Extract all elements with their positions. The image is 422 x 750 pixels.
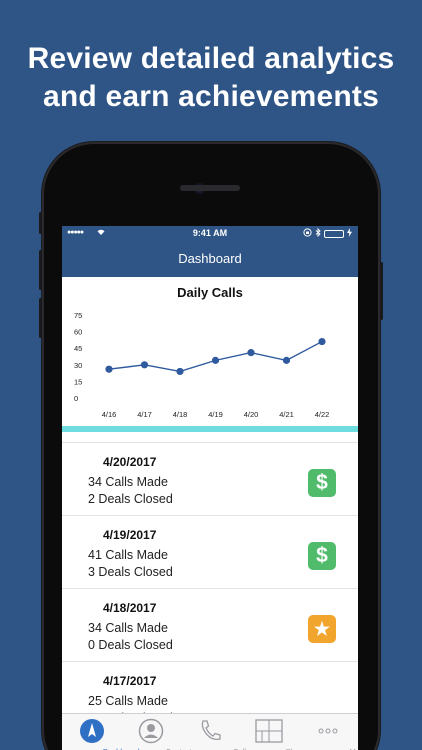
x-tick-label: 4/20 — [244, 410, 259, 419]
data-point — [318, 337, 326, 346]
y-tick-label: 0 — [74, 394, 78, 403]
charging-icon — [347, 228, 352, 239]
data-point — [176, 367, 184, 376]
activity-list: 4/20/2017 34 Calls Made 2 Deals Closed $4/1… — [62, 443, 358, 735]
tab-call[interactable]: Call — [180, 714, 246, 750]
data-point — [105, 365, 113, 373]
power-button — [380, 262, 383, 320]
page-title: Dashboard — [178, 251, 242, 266]
x-tick-label: 4/21 — [279, 410, 294, 419]
tab-contacts[interactable]: Contacts — [121, 714, 195, 750]
earpiece-speaker — [180, 185, 240, 191]
star-icon: ★ — [308, 615, 336, 643]
dollar-icon: $ — [308, 542, 336, 570]
data-point — [211, 356, 220, 364]
phone-icon — [197, 718, 223, 749]
entry-date: 4/18/2017 — [103, 601, 157, 615]
x-tick-label: 4/19 — [208, 410, 223, 419]
mute-switch — [39, 212, 42, 234]
tab-bar: DashboardContactsCallPlannerMore — [62, 713, 358, 750]
more-icon — [315, 718, 341, 749]
status-bar: ●●●●● 9:41 AM — [62, 226, 358, 241]
list-item[interactable]: 4/18/2017 34 Calls Made 0 Deals Closed ★ — [62, 589, 358, 662]
list-item[interactable]: 4/20/2017 34 Calls Made 2 Deals Closed $ — [62, 443, 358, 516]
contacts-icon — [138, 718, 164, 749]
y-tick-label: 60 — [74, 328, 82, 337]
daily-calls-chart: Daily Calls 75 60 45 30 15 0 4/16 4/17 4/18 4/19 4… — [62, 277, 358, 426]
tab-planner[interactable]: Planner — [240, 714, 312, 750]
list-item[interactable]: 4/19/2017 41 Calls Made 3 Deals Closed $ — [62, 516, 358, 589]
data-point — [140, 361, 149, 369]
y-tick-label: 30 — [74, 361, 82, 370]
x-tick-label: 4/17 — [137, 410, 152, 419]
data-point — [247, 349, 255, 357]
x-tick-label: 4/18 — [173, 410, 188, 419]
x-tick-label: 4/22 — [315, 410, 330, 419]
entry-date: 4/19/2017 — [103, 528, 157, 542]
volume-up-button — [39, 250, 42, 290]
headline: Review detailed analytics and earn achie… — [0, 40, 422, 116]
headline-line-2: and earn achievements — [42, 80, 380, 113]
battery-icon — [324, 229, 344, 238]
tab-dashboard[interactable]: Dashboard — [62, 714, 140, 750]
bluetooth-icon — [315, 227, 321, 239]
headline-line-1: Review detailed analytics — [27, 42, 395, 75]
x-tick-label: 4/16 — [102, 410, 117, 419]
entry-date: 4/17/2017 — [103, 674, 157, 688]
y-tick-label: 15 — [74, 377, 82, 386]
orientation-lock-icon — [303, 228, 312, 239]
list-spacer — [62, 432, 358, 443]
data-point — [282, 356, 291, 364]
volume-down-button — [39, 298, 42, 338]
dashboard-icon — [79, 718, 105, 749]
chart-svg: 75 60 45 30 15 0 4/16 4/17 4/18 4/19 4/20 4/21 4/22 — [74, 311, 330, 419]
entry-date: 4/20/2017 — [103, 455, 157, 469]
app-screen: ●●●●● 9:41 AM Dashboard Daily Calls 75 60… — [62, 226, 358, 750]
y-tick-label: 45 — [74, 344, 82, 353]
planner-icon — [254, 718, 284, 749]
tab-more[interactable]: More — [299, 714, 358, 750]
dollar-icon: $ — [308, 469, 336, 497]
y-tick-label: 75 — [74, 311, 82, 320]
entry-calls: 25 Calls Made — [88, 694, 168, 708]
nav-bar: Dashboard — [62, 241, 358, 277]
series-line — [108, 340, 323, 373]
status-right-icons — [303, 227, 352, 239]
